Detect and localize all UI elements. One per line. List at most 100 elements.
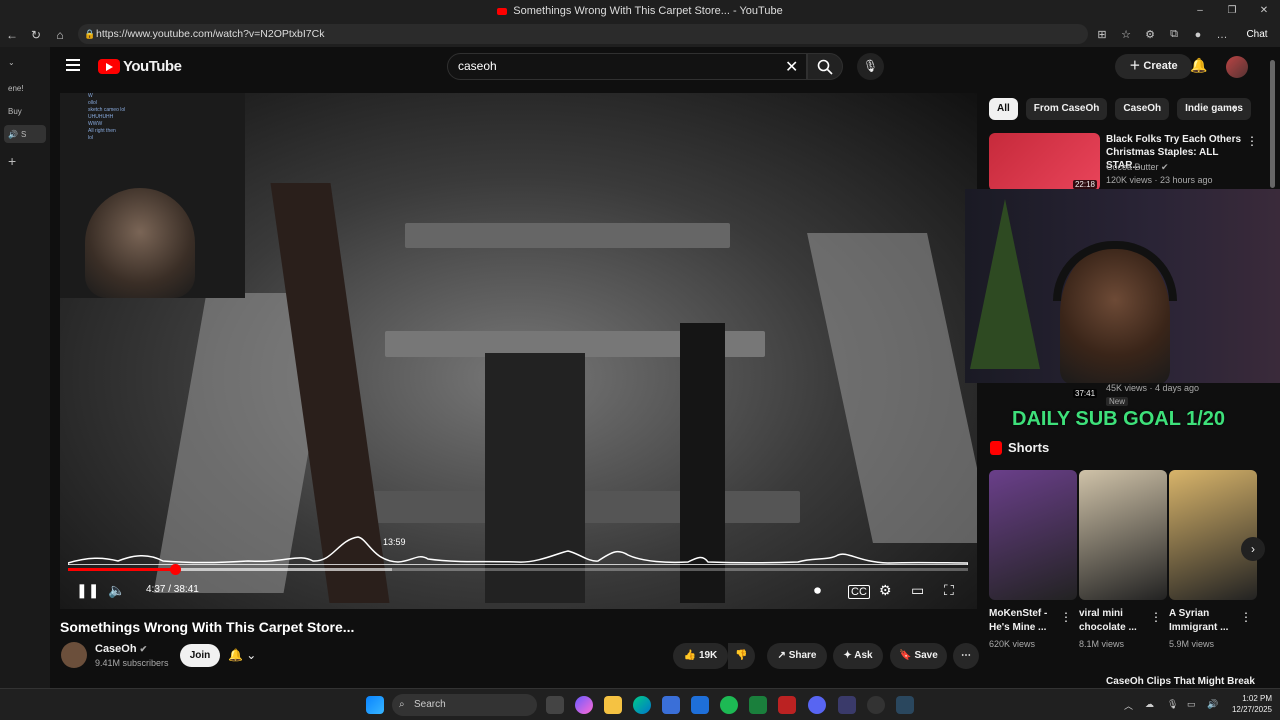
speaker-icon: 🔊 xyxy=(8,129,18,139)
search-input[interactable]: caseoh xyxy=(447,53,807,80)
chip-caseoh[interactable]: CaseOh xyxy=(1115,98,1170,120)
speaker-icon[interactable]: 🔊 xyxy=(1207,699,1218,710)
window-controls: – ❐ ✕ xyxy=(1184,0,1280,22)
join-button[interactable]: Join xyxy=(180,644,220,667)
shorts-icon xyxy=(990,440,1002,455)
favorite-star-icon[interactable]: ☆ xyxy=(1114,28,1138,41)
app-icon[interactable] xyxy=(867,696,885,714)
extensions-icon[interactable]: ⚙ xyxy=(1138,28,1162,41)
theater-mode-icon[interactable]: ▭ xyxy=(911,582,924,599)
youtube-play-logo-icon xyxy=(98,59,120,74)
start-windows-icon[interactable] xyxy=(366,696,384,714)
tray-app-icon[interactable]: ☁ xyxy=(1145,699,1154,710)
short-thumbnail[interactable] xyxy=(1079,470,1167,600)
channel-avatar[interactable] xyxy=(61,642,87,668)
microphone-icon[interactable]: 🎙 xyxy=(1167,699,1178,710)
more-options-icon[interactable]: ⋮ xyxy=(1060,610,1072,624)
close-window-button[interactable]: ✕ xyxy=(1248,0,1280,22)
short-thumbnail[interactable] xyxy=(1169,470,1257,600)
address-bar[interactable]: 🔒 https://www.youtube.com/watch?v=N2OPtx… xyxy=(78,24,1088,44)
more-actions-icon[interactable]: ⋯ xyxy=(953,643,979,669)
captions-icon[interactable]: CC xyxy=(848,585,870,599)
progress-bar[interactable] xyxy=(68,568,968,571)
tab-list-toggle[interactable]: ⌄ xyxy=(4,53,46,71)
app-available-icon[interactable]: ⊞ xyxy=(1090,28,1114,41)
short-title[interactable]: A Syrian Immigrant ... xyxy=(1169,607,1241,635)
ask-button[interactable]: ✦ Ask xyxy=(833,643,883,669)
like-button[interactable]: 👍 19K xyxy=(673,643,728,669)
copilot-chat-button[interactable]: Chat xyxy=(1234,29,1280,40)
app-tf-icon[interactable] xyxy=(778,696,796,714)
autoplay-toggle-icon[interactable]: ⏺ xyxy=(814,582,821,599)
chevron-right-icon[interactable]: › xyxy=(1233,100,1238,116)
sheets-icon[interactable] xyxy=(749,696,767,714)
subscription-bell-button[interactable]: 🔔 ⌄ xyxy=(228,644,272,667)
maximize-button[interactable]: ❐ xyxy=(1216,0,1248,22)
tray-overflow-icon[interactable]: ︿ xyxy=(1124,699,1133,712)
browser-actions: ⊞ ☆ ⚙ ⧉ ● … Chat xyxy=(1090,22,1280,47)
search-button[interactable] xyxy=(807,53,843,80)
search-icon xyxy=(817,59,833,75)
collections-icon[interactable]: ⧉ xyxy=(1162,28,1186,41)
vertical-tabs-panel: ⌄ ene! Buy 🔊 S + xyxy=(0,47,50,688)
recommendation-thumbnail[interactable]: 22:18 xyxy=(989,133,1100,191)
chip-from-caseoh[interactable]: From CaseOh xyxy=(1025,98,1108,120)
pause-icon[interactable]: ❚❚ xyxy=(76,582,99,599)
fullscreen-icon[interactable]: ⛶ xyxy=(944,582,954,599)
page-scrollbar[interactable] xyxy=(1270,60,1275,188)
app-icon[interactable] xyxy=(838,696,856,714)
voice-search-button[interactable]: 🎙 xyxy=(857,53,884,80)
more-menu-icon[interactable]: … xyxy=(1210,29,1234,41)
network-icon[interactable]: ▭ xyxy=(1187,699,1196,710)
video-player[interactable]: W ollol sketch cameo lol UHUHUHH WWW All… xyxy=(60,93,977,609)
subscriber-count: 9.41M subscribers xyxy=(95,658,169,668)
steam-icon[interactable] xyxy=(896,696,914,714)
url-text: https://www.youtube.com/watch?v=N2OPtxbI… xyxy=(96,28,325,40)
reload-icon[interactable]: ↻ xyxy=(24,28,48,42)
more-options-icon[interactable]: ⋮ xyxy=(1150,610,1162,624)
shorts-next-button[interactable]: › xyxy=(1241,537,1265,561)
settings-gear-icon[interactable]: ⚙ xyxy=(879,582,892,599)
edge-browser-icon[interactable] xyxy=(633,696,651,714)
short-title[interactable]: viral mini chocolate ... xyxy=(1079,607,1151,635)
more-options-icon[interactable]: ⋮ xyxy=(1246,134,1258,148)
short-thumbnail[interactable] xyxy=(989,470,1077,600)
task-view-icon[interactable] xyxy=(546,696,564,714)
notifications-bell-icon[interactable]: 🔔 xyxy=(1190,57,1207,74)
tab-current-video[interactable]: 🔊 S xyxy=(4,125,46,143)
account-avatar[interactable] xyxy=(1226,56,1248,78)
system-clock[interactable]: 1:02 PM 12/27/2025 xyxy=(1232,693,1272,715)
create-button[interactable]: ＋ Create xyxy=(1115,54,1192,79)
volume-icon[interactable]: 🔈 xyxy=(108,582,125,599)
tab-label: S xyxy=(20,129,27,139)
share-button[interactable]: ↗ Share xyxy=(767,643,827,669)
copilot-icon[interactable] xyxy=(575,696,593,714)
recommendation-title[interactable]: CaseOh Clips That Might Break xyxy=(1106,676,1255,687)
taskbar-search[interactable]: ⌕ Search xyxy=(392,694,537,716)
chip-indie-games[interactable]: Indie games xyxy=(1177,98,1251,120)
spotify-icon[interactable] xyxy=(720,696,738,714)
profile-icon[interactable]: ● xyxy=(1186,29,1210,41)
outlook-icon[interactable] xyxy=(691,696,709,714)
channel-name[interactable]: CaseOh ✔ xyxy=(95,643,147,655)
discord-icon[interactable] xyxy=(808,696,826,714)
tab-search-engine[interactable]: ene! xyxy=(4,79,46,97)
video-wall-right xyxy=(807,233,977,543)
chip-all[interactable]: All xyxy=(989,98,1018,120)
new-tab-button[interactable]: + xyxy=(4,152,46,170)
clear-search-icon[interactable]: ✕ xyxy=(785,57,798,77)
sub-goal-overlay: DAILY SUB GOAL 1/20 xyxy=(1012,408,1226,430)
minimize-button[interactable]: – xyxy=(1184,0,1216,22)
home-icon[interactable]: ⌂ xyxy=(48,28,72,42)
dislike-button[interactable]: 👎 xyxy=(728,643,755,669)
store-icon[interactable] xyxy=(662,696,680,714)
save-button[interactable]: 🔖 Save xyxy=(890,643,947,669)
more-options-icon[interactable]: ⋮ xyxy=(1240,610,1252,624)
file-explorer-icon[interactable] xyxy=(604,696,622,714)
youtube-logo[interactable]: YouTube xyxy=(98,58,182,75)
recommendation-channel[interactable]: Cocoa Butter ✔ xyxy=(1106,162,1169,173)
menu-icon[interactable] xyxy=(66,59,80,71)
tab-buy[interactable]: Buy xyxy=(4,102,46,120)
back-icon[interactable]: ← xyxy=(0,28,24,42)
short-title[interactable]: MoKenStef - He's Mine ... xyxy=(989,607,1061,635)
